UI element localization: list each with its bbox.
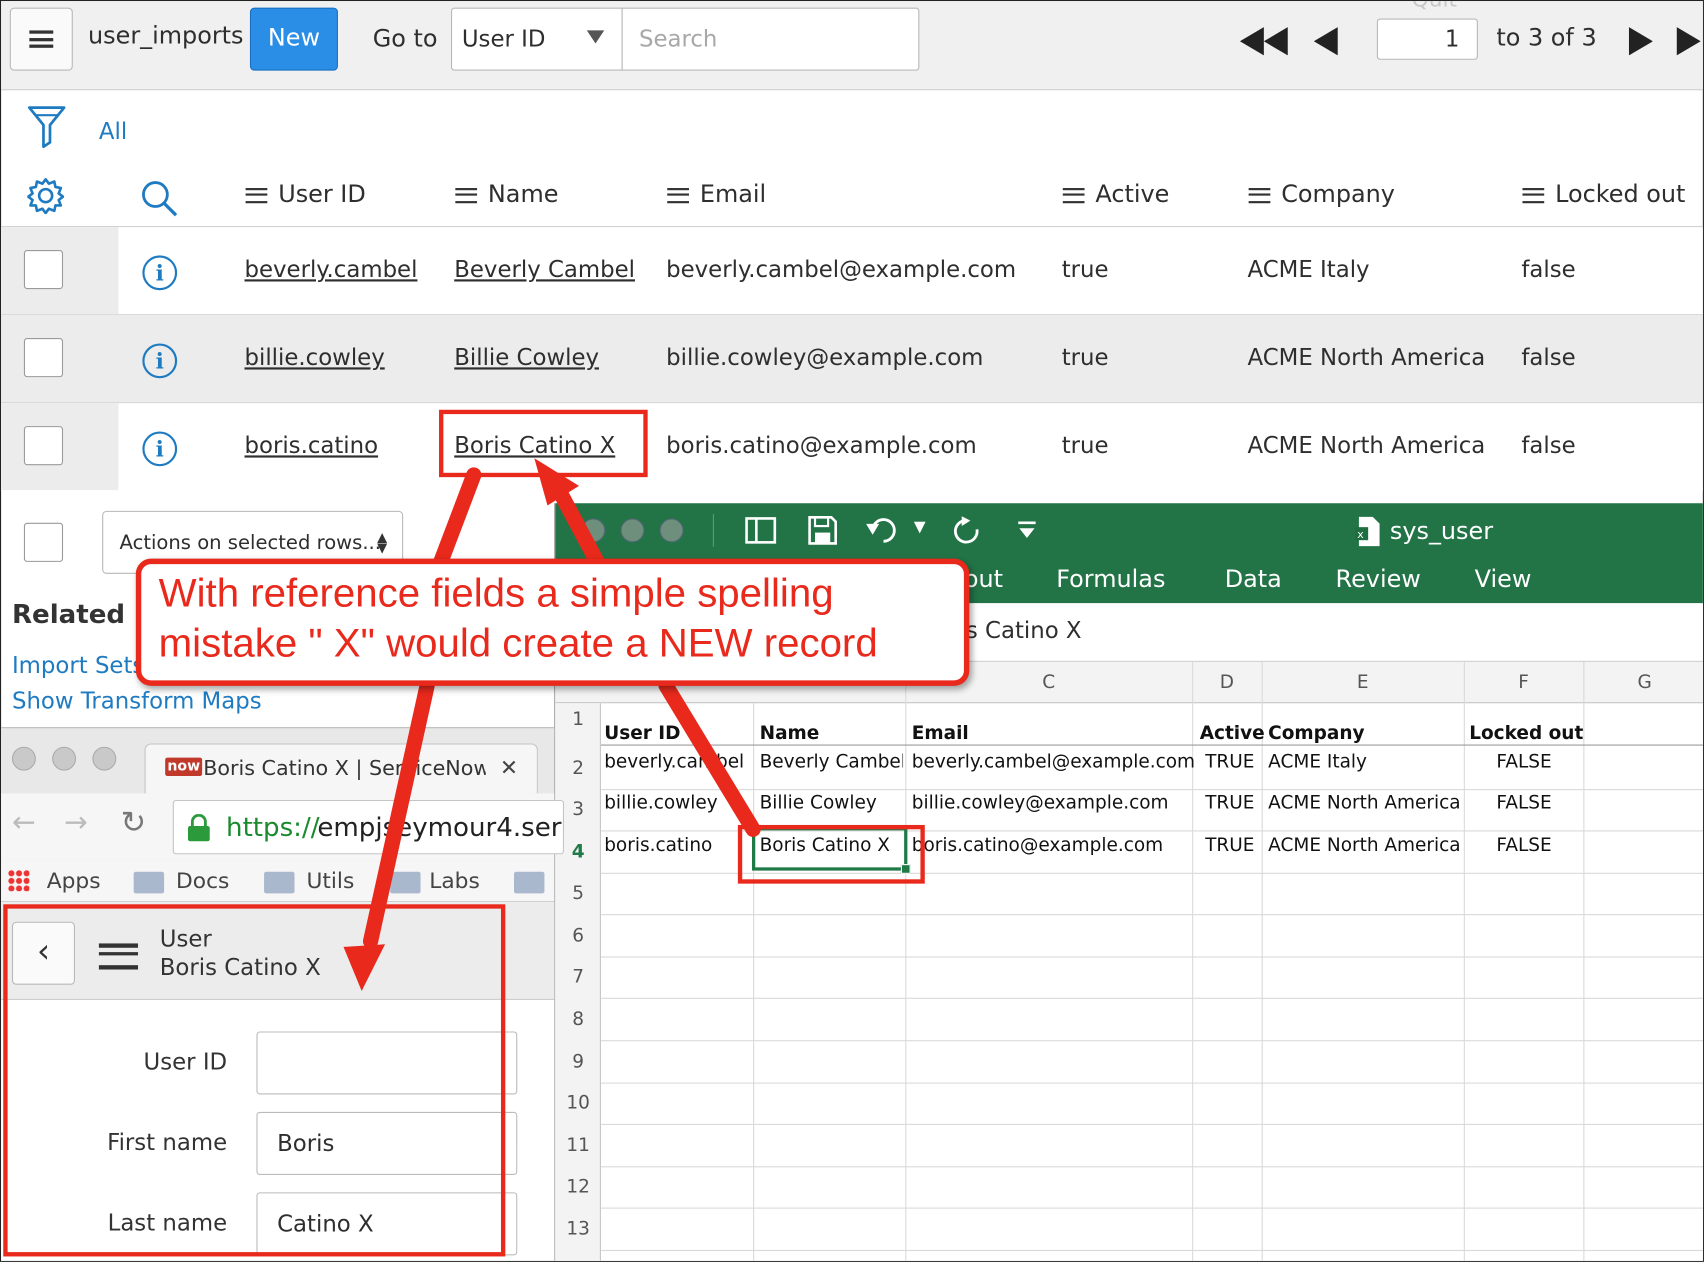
callout-line-1: With reference fields a simple spelling xyxy=(158,570,834,616)
callout-box: With reference fields a simple spelling … xyxy=(135,558,970,686)
screenshot-root: user_imports New Go to User ID Search Qu… xyxy=(0,0,1704,1262)
callout-line-2: mistake " X" would create a NEW record xyxy=(158,620,878,666)
